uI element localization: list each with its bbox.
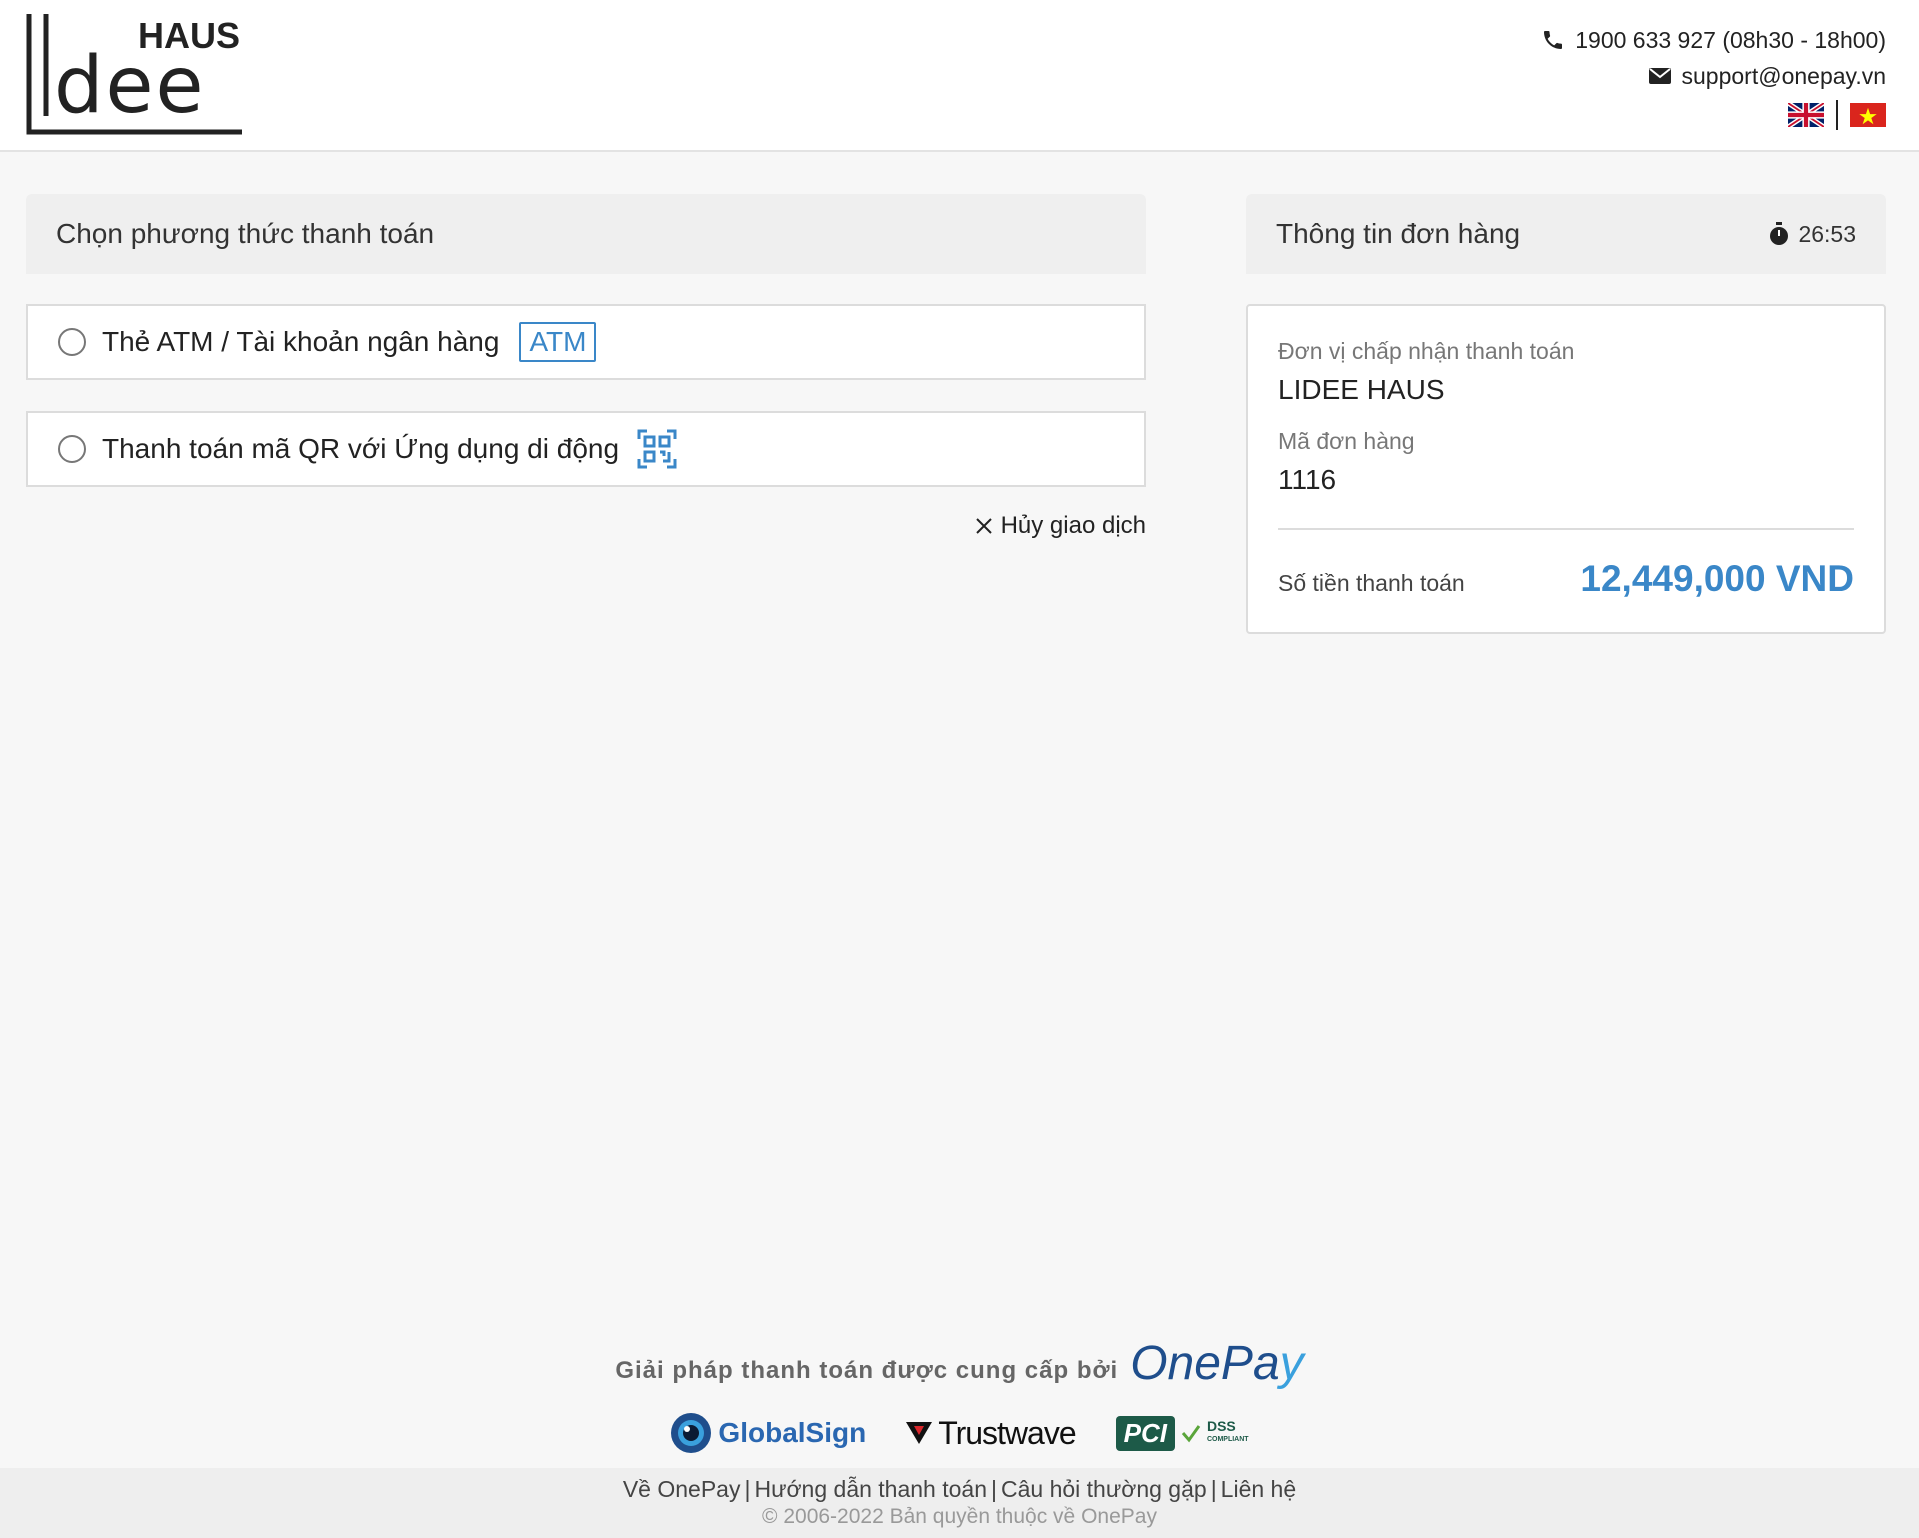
pci-text: PCI <box>1115 1415 1175 1451</box>
english-flag-icon[interactable] <box>1788 103 1824 127</box>
vietnam-flag-icon[interactable] <box>1850 103 1886 127</box>
pci-dss-badge: PCI DSS COMPLIANT <box>1115 1415 1249 1451</box>
merchant-label: Đơn vị chấp nhận thanh toán <box>1278 338 1575 364</box>
faq-link[interactable]: Câu hỏi thường gặp <box>1001 1476 1207 1502</box>
about-onepay-link[interactable]: Về OnePay <box>623 1476 741 1502</box>
powered-by-section: Giải pháp thanh toán được cung cấp bởi O… <box>0 1336 1919 1391</box>
checkmark-icon <box>1181 1425 1201 1443</box>
payment-method-heading: Chọn phương thức thanh toán <box>26 194 1146 274</box>
amount-label: Số tiền thanh toán <box>1278 570 1465 596</box>
onepay-logo[interactable]: OnePay <box>1130 1336 1303 1391</box>
powered-by-text: Giải pháp thanh toán được cung cấp bởi <box>615 1356 1119 1384</box>
timer-value: 26:53 <box>1798 220 1856 247</box>
order-info-title: Thông tin đơn hàng <box>1276 218 1521 249</box>
onepay-logo-text: OnePa <box>1130 1337 1280 1390</box>
onepay-logo-y: y <box>1279 1337 1304 1390</box>
link-separator: | <box>991 1476 997 1502</box>
globalsign-eye-icon <box>671 1413 712 1453</box>
trustwave-icon <box>906 1422 933 1444</box>
header: HAUS dee 1900 633 927 (08h30 - 18h00) su… <box>0 0 1919 152</box>
atm-option-label: Thẻ ATM / Tài khoản ngân hàng <box>102 326 500 357</box>
atm-badge: ATM <box>519 322 597 362</box>
qr-option-label: Thanh toán mã QR với Ứng dụng di động <box>102 433 620 464</box>
cancel-transaction-link[interactable]: Hủy giao dịch <box>975 512 1146 540</box>
globalsign-text: GlobalSign <box>718 1417 867 1448</box>
copyright-text: © 2006-2022 Bản quyền thuộc về OnePay <box>762 1505 1157 1528</box>
trustwave-text: Trustwave <box>938 1414 1076 1451</box>
trustwave-badge: Trustwave <box>906 1414 1077 1452</box>
footer-links: Về OnePay | Hướng dẫn thanh toán | Câu hỏi t… <box>0 1476 1919 1503</box>
atm-radio-button[interactable] <box>58 328 86 356</box>
support-email[interactable]: support@onepay.vn <box>1682 63 1887 90</box>
security-certifications: GlobalSign Trustwave PCI DSS COMPLIANT <box>0 1412 1919 1454</box>
amount-value: 12,449,000 VND <box>1580 558 1854 599</box>
order-id-label: Mã đơn hàng <box>1278 428 1415 454</box>
flag-separator <box>1836 100 1838 130</box>
payment-method-title: Chọn phương thức thanh toán <box>56 218 435 249</box>
merchant-value: LIDEE HAUS <box>1278 374 1445 405</box>
order-details-card: Đơn vị chấp nhận thanh toán LIDEE HAUS M… <box>1246 304 1886 634</box>
qr-radio-button[interactable] <box>58 435 86 463</box>
contact-info: 1900 633 927 (08h30 - 18h00) support@one… <box>1541 22 1886 130</box>
stopwatch-icon <box>1770 222 1789 245</box>
order-id-value: 1116 <box>1278 464 1337 495</box>
language-switcher <box>1541 100 1886 130</box>
contact-link[interactable]: Liên hệ <box>1221 1476 1296 1502</box>
link-separator: | <box>1210 1476 1217 1502</box>
order-info-heading: Thông tin đơn hàng 26:53 <box>1246 194 1886 274</box>
qr-code-icon <box>637 429 677 469</box>
footer-bar: Về OnePay | Hướng dẫn thanh toán | Câu hỏi t… <box>0 1468 1919 1538</box>
globalsign-badge: GlobalSign <box>670 1412 866 1454</box>
link-separator: | <box>744 1476 751 1502</box>
svg-text:dee: dee <box>54 41 206 131</box>
close-icon <box>975 518 992 534</box>
countdown-timer: 26:53 <box>1768 221 1856 248</box>
dss-compliant-text: DSS COMPLIANT <box>1206 1418 1249 1443</box>
divider <box>1278 528 1854 530</box>
lidee-haus-logo[interactable]: HAUS dee <box>26 12 242 136</box>
qr-payment-option[interactable]: Thanh toán mã QR với Ứng dụng di động <box>26 411 1146 487</box>
atm-payment-option[interactable]: Thẻ ATM / Tài khoản ngân hàng ATM <box>26 304 1146 380</box>
payment-guide-link[interactable]: Hướng dẫn thanh toán <box>754 1476 987 1502</box>
cancel-label: Hủy giao dịch <box>1000 512 1146 539</box>
envelope-icon <box>1648 68 1671 84</box>
phone-icon <box>1544 31 1563 49</box>
phone-number[interactable]: 1900 633 927 (08h30 - 18h00) <box>1575 27 1886 54</box>
